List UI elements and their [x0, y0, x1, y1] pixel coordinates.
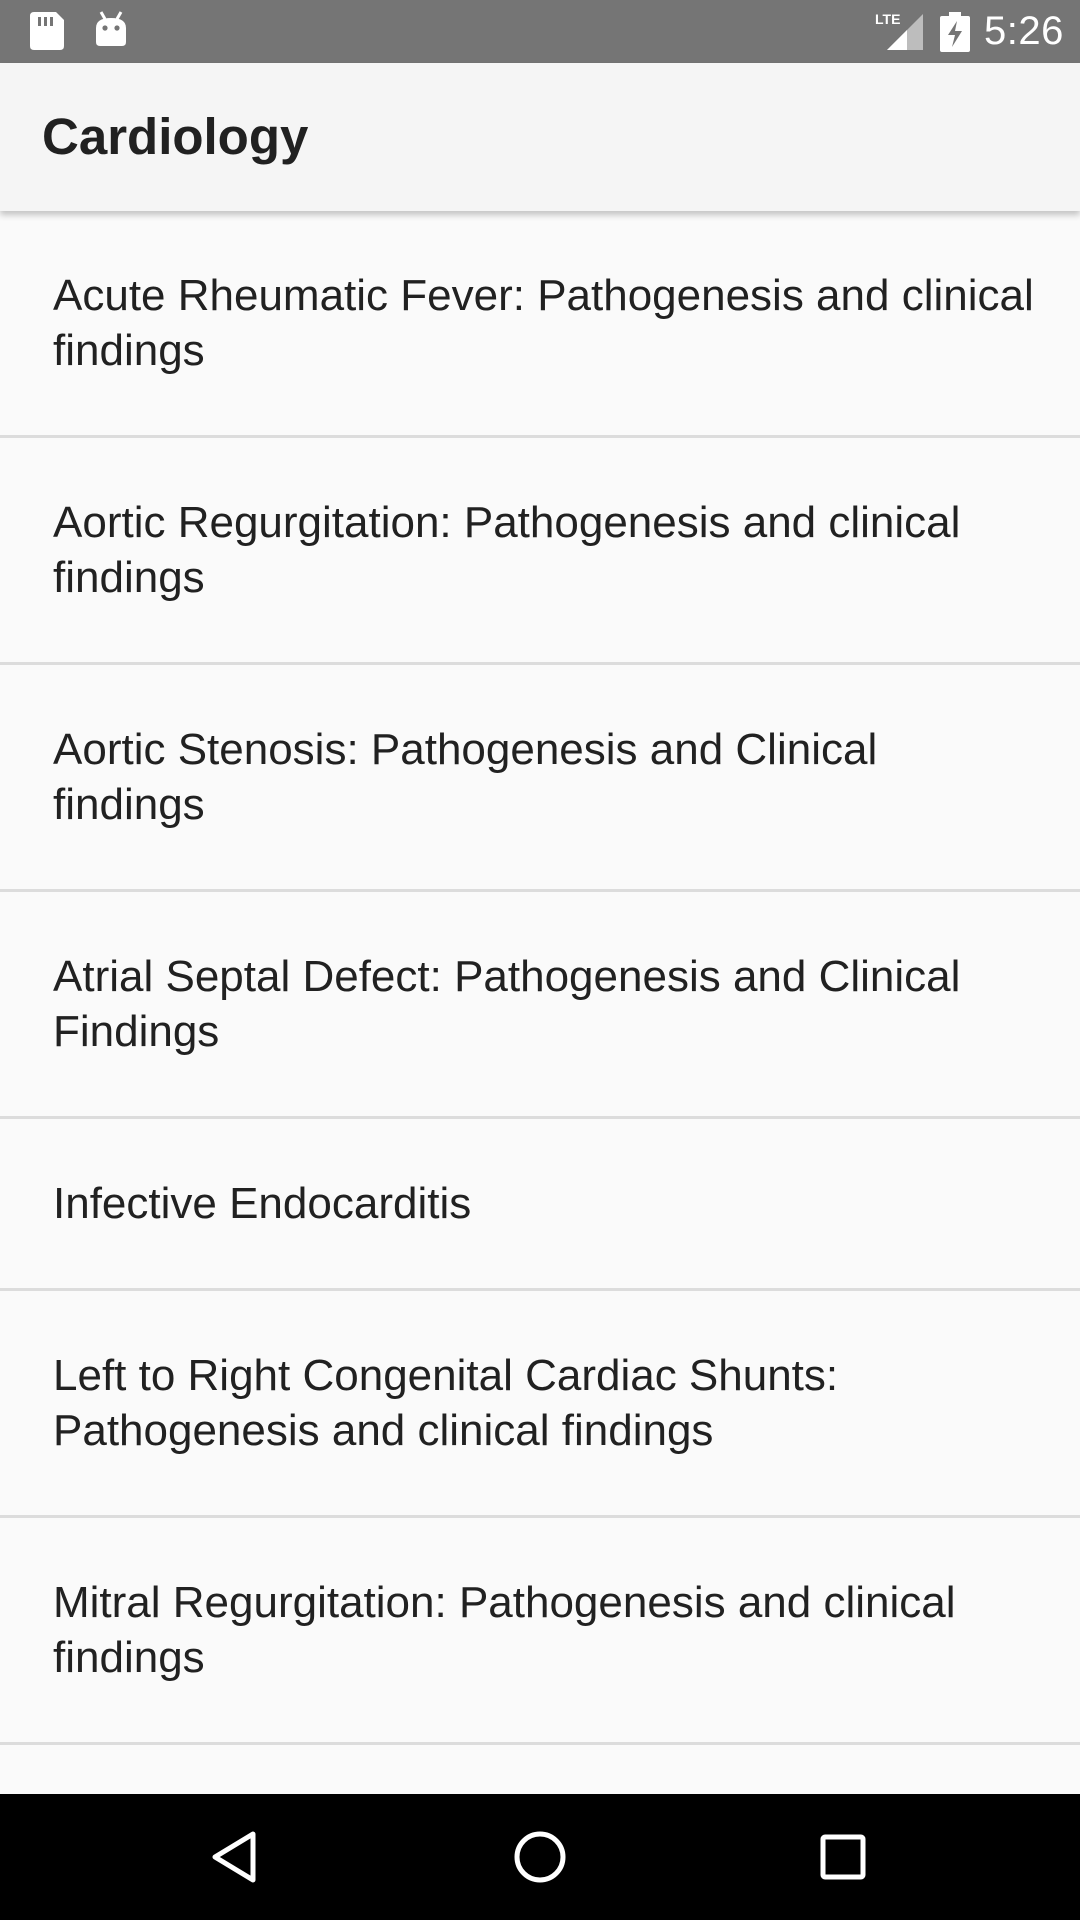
recents-square-icon[interactable] [810, 1824, 876, 1890]
list-item-label: Aortic Stenosis: Pathogenesis and Clinic… [53, 725, 878, 829]
status-bar: LTE 5:26 [0, 0, 1080, 63]
list-item[interactable]: Left to Right Congenital Cardiac Shunts:… [0, 1291, 1080, 1518]
list-item-label: Left to Right Congenital Cardiac Shunts:… [53, 1351, 839, 1455]
list-item-label: Acute Rheumatic Fever: Pathogenesis and … [53, 271, 1034, 375]
status-clock: 5:26 [984, 9, 1064, 53]
list-item[interactable]: Mitral Regurgitation: Pathogenesis and c… [0, 1518, 1080, 1745]
list-item[interactable]: Aortic Stenosis: Pathogenesis and Clinic… [0, 665, 1080, 892]
sd-card-icon [30, 12, 64, 50]
back-triangle-icon[interactable] [203, 1824, 269, 1890]
page-title: Cardiology [42, 108, 309, 165]
app-bar: Cardiology [0, 63, 1080, 211]
topic-list[interactable]: Acute Rheumatic Fever: Pathogenesis and … [0, 211, 1080, 1794]
home-circle-icon[interactable] [507, 1824, 573, 1890]
list-item-label: Atrial Septal Defect: Pathogenesis and C… [53, 952, 961, 1056]
navigation-bar [0, 1794, 1080, 1920]
list-item-label: Mitral Regurgitation: Pathogenesis and c… [53, 1578, 956, 1682]
list-item-label: Aortic Regurgitation: Pathogenesis and c… [53, 498, 961, 602]
list-item[interactable]: Acute Rheumatic Fever: Pathogenesis and … [0, 211, 1080, 438]
list-item-label: Infective Endocarditis [53, 1179, 472, 1228]
list-item[interactable]: Infective Endocarditis [0, 1119, 1080, 1291]
list-item[interactable]: Atrial Septal Defect: Pathogenesis and C… [0, 892, 1080, 1119]
list-item[interactable]: Aortic Regurgitation: Pathogenesis and c… [0, 438, 1080, 665]
svg-text:LTE: LTE [875, 11, 900, 27]
android-icon [96, 11, 126, 46]
battery-charging-icon [940, 12, 970, 52]
lte-signal-icon: LTE [875, 11, 923, 50]
